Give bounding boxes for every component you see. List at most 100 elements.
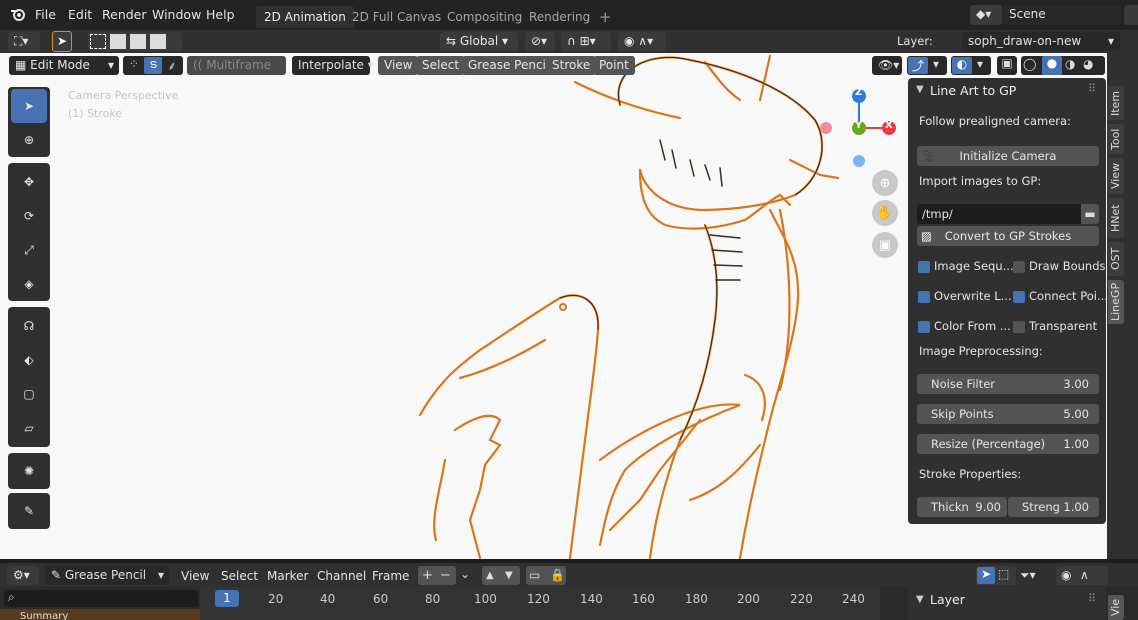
stroke-mode-icon[interactable]: ട xyxy=(144,57,162,74)
checkbox-image-sequence[interactable]: Image Sequ... xyxy=(918,259,1014,273)
vp-menu-point[interactable]: Point xyxy=(593,56,635,75)
envelope-icon[interactable]: ▱ xyxy=(11,411,47,445)
wireframe-shading-icon[interactable]: ◯ xyxy=(1023,57,1036,71)
tab-rendering[interactable]: Rendering xyxy=(521,6,598,28)
bend-icon[interactable]: ☊ xyxy=(11,309,47,343)
layer-panel[interactable]: ▼ Layer ⠿ xyxy=(908,587,1106,620)
menu-window[interactable]: Window xyxy=(152,5,201,25)
select-box-icon[interactable]: ➤ xyxy=(11,89,47,123)
dopesheet-timeline[interactable]: ⌕ Summary 1 20 40 60 80 100 120 140 160 … xyxy=(0,587,1138,620)
sidebar-tab-linegp[interactable]: LineGP xyxy=(1108,280,1124,324)
vp-menu-stroke[interactable]: Stroke xyxy=(546,56,597,75)
channel-search-input[interactable]: ⌕ xyxy=(4,590,198,607)
vp-menu-view[interactable]: View xyxy=(378,56,419,75)
xray-icon[interactable]: ▣ xyxy=(997,56,1017,75)
folder-icon[interactable]: ▬ xyxy=(1081,204,1099,224)
select-arrow-icon[interactable]: ➤ xyxy=(977,567,995,584)
scene-selector-button[interactable]: ◆▾ xyxy=(970,5,1002,25)
noise-filter-field[interactable]: Noise Filter 3.00 xyxy=(917,374,1099,394)
checkbox-draw-bounds[interactable]: Draw Bounds xyxy=(1013,259,1106,273)
strength-field[interactable]: Streng 1.00 xyxy=(1008,497,1099,517)
filter-dropdown[interactable]: ⏷▾ xyxy=(1020,566,1052,585)
move-icon[interactable]: ✥ xyxy=(11,165,47,199)
skip-points-field[interactable]: Skip Points 5.00 xyxy=(917,404,1099,424)
menu-render[interactable]: Render xyxy=(102,5,147,25)
rendered-shading-icon[interactable]: ◕ xyxy=(1083,57,1093,71)
radius-icon[interactable]: ✺ xyxy=(11,454,47,488)
overlays-toggle[interactable]: ◐ ▾ xyxy=(951,56,991,75)
add-workspace-button[interactable]: + xyxy=(591,6,620,28)
box-select-icon[interactable]: ⬚ xyxy=(998,567,1009,581)
thickness-field[interactable]: Thickn 9.00 xyxy=(917,497,1007,517)
pivot-point-dropdown[interactable]: ⊘▾ xyxy=(525,32,555,51)
select-invert-icon[interactable] xyxy=(150,34,166,49)
move-down-icon[interactable]: ▼ xyxy=(505,566,513,585)
annotate-icon[interactable]: ✎ xyxy=(11,494,47,528)
pan-hand-icon[interactable]: ✋ xyxy=(872,200,898,226)
remove-layer-icon[interactable]: − xyxy=(440,566,451,585)
proportional-edit-dropdown[interactable]: ◉ ∧▾ xyxy=(618,32,666,51)
editor-type-button[interactable]: ⛶▾ xyxy=(8,32,40,51)
resize-percentage-field[interactable]: Resize (Percentage) 1.00 xyxy=(917,434,1099,454)
gizmo-toggle[interactable]: ⤴ ▾ xyxy=(907,56,947,75)
visibility-dropdown[interactable]: 👁▾ xyxy=(872,56,902,75)
checkbox-overwrite-layer[interactable]: Overwrite L... xyxy=(918,289,1012,303)
dopesheet-mode-dropdown[interactable]: ✎ Grease Pencil ▾ xyxy=(45,566,169,585)
summary-row[interactable]: Summary xyxy=(0,609,200,620)
drag-handle-icon[interactable]: ⠿ xyxy=(1088,82,1096,95)
ds-menu-view[interactable]: View xyxy=(181,566,209,586)
ds-menu-select[interactable]: Select xyxy=(221,566,258,586)
layer-dropdown[interactable]: soph_draw-on-new ▾ xyxy=(962,32,1120,51)
menu-edit[interactable]: Edit xyxy=(68,5,92,25)
multiframe-toggle[interactable]: (( Multiframe xyxy=(187,56,286,75)
zoom-icon[interactable]: ⊕ xyxy=(872,170,898,196)
sidebar-tab-item[interactable]: Item xyxy=(1108,86,1124,120)
mode-dropdown[interactable]: ▦ Edit Mode ▾ xyxy=(9,56,119,75)
chevron-down-icon[interactable]: ⌄ xyxy=(460,567,470,581)
shear-icon[interactable]: ⬖ xyxy=(11,343,47,377)
to-sphere-icon[interactable]: ▢ xyxy=(11,377,47,411)
checkbox-color-from[interactable]: Color From ... xyxy=(918,319,1011,333)
points-mode-icon[interactable]: ⁘ xyxy=(125,57,143,74)
ds-menu-channel[interactable]: Channel xyxy=(317,566,366,586)
scene-name-field[interactable]: Scene xyxy=(1003,5,1121,25)
scene-browse-button[interactable] xyxy=(1124,5,1138,25)
segment-mode-icon[interactable]: ⸙ xyxy=(163,57,181,74)
blender-logo-icon[interactable] xyxy=(10,6,26,22)
tab-2d-animation[interactable]: 2D Animation xyxy=(256,6,354,28)
ds-menu-frame[interactable]: Frame xyxy=(372,566,409,586)
sidebar-tab-ost[interactable]: OST xyxy=(1108,242,1124,276)
bottom-tab-view[interactable]: Vie xyxy=(1108,595,1124,620)
material-shading-icon[interactable]: ◑ xyxy=(1065,57,1075,71)
scale-icon[interactable]: ⤢ xyxy=(11,233,47,267)
sidebar-tab-tool[interactable]: Tool xyxy=(1108,124,1124,154)
lock-icon[interactable]: 🔒 xyxy=(550,566,565,585)
snap-dropdown[interactable]: ∩ ⊞▾ xyxy=(561,32,611,51)
select-new-icon[interactable] xyxy=(90,34,106,49)
dopesheet-editor-type-button[interactable]: ⚙▾ xyxy=(7,566,39,585)
tab-2d-full-canvas[interactable]: 2D Full Canvas xyxy=(344,6,449,28)
checkbox-connect-points[interactable]: Connect Poi... xyxy=(1013,289,1108,303)
tab-compositing[interactable]: Compositing xyxy=(439,6,530,28)
display-icon[interactable]: ▭ xyxy=(529,566,540,585)
path-input[interactable]: /tmp/ xyxy=(917,204,1081,224)
current-frame-indicator[interactable]: 1 xyxy=(215,590,239,607)
interpolate-dropdown[interactable]: Interpolate ▾ xyxy=(292,56,374,75)
solid-shading-icon[interactable]: ● xyxy=(1042,56,1062,75)
orientation-dropdown[interactable]: ⇆ Global ▾ xyxy=(440,32,518,51)
navigation-gizmo[interactable]: Z Y X xyxy=(814,85,904,175)
transform-icon[interactable]: ◈ xyxy=(11,267,47,301)
proportional-edit-ds[interactable]: ◉ ∧ xyxy=(1056,566,1108,585)
initialize-camera-button[interactable]: 🎥 Initialize Camera xyxy=(917,146,1099,166)
frame-ruler[interactable]: 1 20 40 60 80 100 120 140 160 180 200 22… xyxy=(200,587,880,620)
panel-header[interactable]: ▼ Line Art to GP ⠿ xyxy=(908,78,1106,104)
checkbox-transparent[interactable]: Transparent xyxy=(1013,319,1097,333)
rotate-icon[interactable]: ⟳ xyxy=(11,199,47,233)
select-extend-icon[interactable] xyxy=(110,34,126,49)
move-up-icon[interactable]: ▲ xyxy=(486,566,494,585)
vp-menu-select[interactable]: Select xyxy=(416,56,466,75)
add-layer-icon[interactable]: + xyxy=(422,566,433,585)
ds-menu-marker[interactable]: Marker xyxy=(267,566,308,586)
select-tool-icon[interactable]: ➤ xyxy=(52,31,72,52)
menu-file[interactable]: File xyxy=(35,5,56,25)
